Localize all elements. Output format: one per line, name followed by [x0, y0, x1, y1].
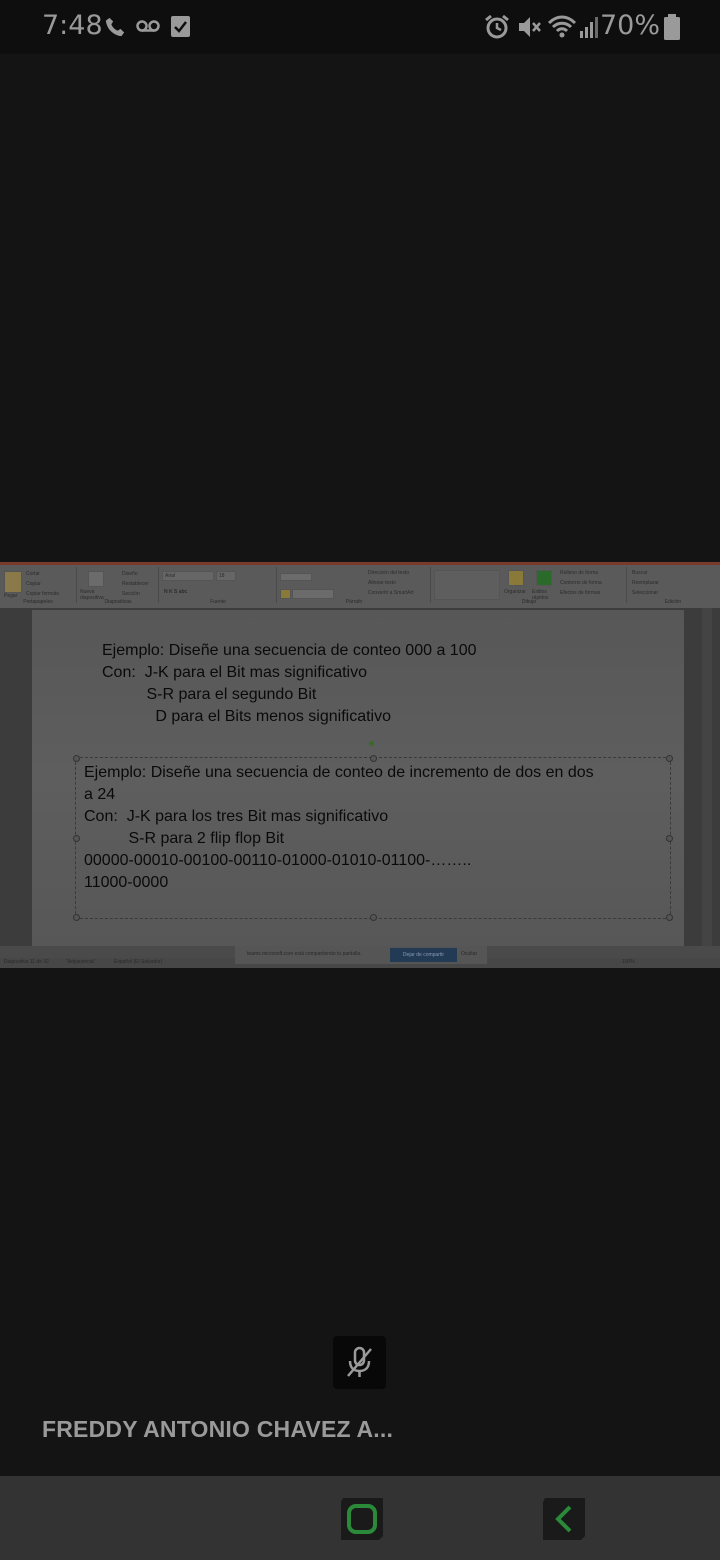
- find-button[interactable]: Buscar: [632, 570, 648, 576]
- ribbon-group-font: Arial 18 N K S abc Fuente: [160, 567, 277, 605]
- shared-screen: Pegar Cortar Copiar Copiar formato Porta…: [0, 562, 720, 968]
- hide-button[interactable]: Ocultar: [461, 951, 477, 957]
- home-icon[interactable]: [339, 1496, 385, 1542]
- wifi-icon: [547, 15, 577, 38]
- arrange-button[interactable]: [508, 570, 524, 586]
- text-line: 11000-0000: [84, 874, 169, 891]
- signal-icon: [580, 17, 598, 38]
- vertical-scrollbar[interactable]: [702, 608, 712, 946]
- mic-off-icon: [347, 1346, 372, 1377]
- screen-share-banner: teams.microsoft.com está compartiendo tu…: [235, 946, 487, 964]
- text-line: S-R para 2 flip flop Bit: [84, 830, 285, 847]
- phone-icon: [105, 17, 125, 37]
- cut-button[interactable]: Cortar: [26, 571, 40, 577]
- battery-percent: 70%: [599, 10, 660, 41]
- text-direction-button[interactable]: Dirección del texto: [368, 570, 409, 576]
- language: Español (El Salvador): [114, 959, 163, 965]
- ribbon-group-editing: Buscar Reemplazar Seleccionar Edición: [628, 567, 718, 605]
- ribbon-group-slides: Nueva diapositiva Diseño Restablecer Sec…: [78, 567, 159, 605]
- layout-button[interactable]: Diseño: [122, 571, 138, 577]
- align-text-button[interactable]: Alinear texto: [368, 580, 396, 586]
- section-button[interactable]: Sección: [122, 591, 140, 597]
- share-notice: teams.microsoft.com está compartiendo tu…: [247, 951, 362, 957]
- text-line: Con: J-K para el Bit mas significativo: [102, 664, 367, 681]
- battery-icon: [664, 14, 680, 40]
- clock: 7:48: [42, 10, 103, 41]
- group-label: Diapositivas: [104, 599, 132, 605]
- resize-handle[interactable]: [73, 755, 80, 762]
- back-icon[interactable]: [541, 1496, 587, 1542]
- group-label: Edición: [664, 599, 682, 605]
- text-line: 00000-00010-00100-00110-01000-01010-0110…: [84, 852, 472, 869]
- shape-effects-button[interactable]: Efectos de formas: [560, 590, 600, 596]
- text-line: Ejemplo: Diseñe una secuencia de conteo …: [84, 764, 594, 781]
- slide-counter: Diapositiva 11 de 32: [4, 959, 49, 965]
- participant-name: FREDDY ANTONIO CHAVEZ A...: [42, 1416, 394, 1442]
- format-painter-button[interactable]: Copiar formato: [26, 591, 59, 597]
- theme-name: "Adyacencia": [66, 959, 96, 965]
- shape-outline-button[interactable]: Contorno de forma: [560, 580, 602, 586]
- voicemail-icon: [136, 20, 160, 32]
- text-line: D para el Bits menos significativo: [102, 708, 391, 725]
- align-buttons[interactable]: [292, 589, 334, 599]
- font-select[interactable]: Arial: [162, 571, 214, 581]
- group-label: Dibujo: [521, 599, 537, 605]
- status-bar: 7:48 70%: [0, 0, 720, 54]
- text-line: Con: J-K para los tres Bit mas significa…: [84, 808, 389, 825]
- selected-textbox[interactable]: Ejemplo: Diseñe una secuencia de conteo …: [73, 755, 673, 921]
- resize-handle[interactable]: [370, 755, 377, 762]
- smartart-button[interactable]: Convertir a SmartArt: [368, 590, 414, 596]
- resize-handle[interactable]: [666, 914, 673, 921]
- checkbox-icon: [171, 16, 190, 37]
- bullets-button[interactable]: [280, 573, 312, 581]
- slide-workspace: Ejemplo: Diseñe una secuencia de conteo …: [0, 608, 720, 946]
- resize-handle[interactable]: [666, 835, 673, 842]
- mute-icon: [519, 17, 541, 37]
- zoom-level[interactable]: 100%: [622, 959, 635, 965]
- arrange-label: Organizar: [504, 589, 526, 595]
- alarm-icon: [485, 14, 509, 39]
- ribbon-group-drawing: Organizar Estilos rápidos Relleno de for…: [432, 567, 627, 605]
- copy-button[interactable]: Copiar: [26, 581, 41, 587]
- align-left-button[interactable]: [280, 589, 291, 599]
- font-size-select[interactable]: 18: [216, 571, 236, 581]
- example-text-1: Ejemplo: Diseñe una secuencia de conteo …: [102, 640, 476, 728]
- stop-sharing-button[interactable]: Dejar de compartir: [390, 948, 457, 962]
- quick-styles-button[interactable]: [536, 570, 552, 586]
- text-line: S-R para el segundo Bit: [102, 686, 317, 703]
- paste-button[interactable]: [4, 571, 22, 593]
- new-slide-button[interactable]: [88, 571, 104, 587]
- mic-muted-button[interactable]: [333, 1336, 386, 1389]
- text-line: a 24: [84, 786, 116, 803]
- rotation-handle[interactable]: [369, 741, 374, 746]
- office-ribbon: Pegar Cortar Copiar Copiar formato Porta…: [0, 562, 720, 608]
- group-label: Fuente: [210, 599, 226, 605]
- resize-handle[interactable]: [73, 835, 80, 842]
- font-format-buttons[interactable]: N K S abc: [164, 589, 187, 595]
- ribbon-group-paragraph: Dirección del texto Alinear texto Conver…: [278, 567, 431, 605]
- shape-fill-button[interactable]: Relleno de forma: [560, 570, 598, 576]
- slide-canvas[interactable]: Ejemplo: Diseñe una secuencia de conteo …: [32, 610, 684, 946]
- replace-button[interactable]: Reemplazar: [632, 580, 659, 586]
- navigation-bar: [0, 1476, 720, 1560]
- group-label: Portapapeles: [23, 599, 53, 605]
- resize-handle[interactable]: [666, 755, 673, 762]
- resize-handle[interactable]: [370, 914, 377, 921]
- ribbon-group-clipboard: Pegar Cortar Copiar Copiar formato Porta…: [0, 567, 77, 605]
- example-text-2[interactable]: Ejemplo: Diseñe una secuencia de conteo …: [84, 762, 594, 894]
- reset-button[interactable]: Restablecer: [122, 581, 149, 587]
- group-label: Párrafo: [345, 599, 363, 605]
- shapes-gallery[interactable]: [434, 570, 500, 600]
- select-button[interactable]: Seleccionar: [632, 590, 658, 596]
- text-line: Ejemplo: Diseñe una secuencia de conteo …: [102, 642, 477, 659]
- resize-handle[interactable]: [73, 914, 80, 921]
